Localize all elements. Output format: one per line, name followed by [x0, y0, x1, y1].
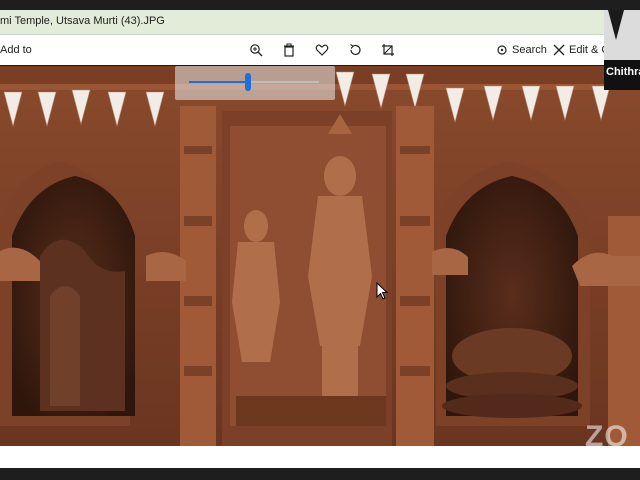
participant-video [604, 10, 640, 60]
photo-view[interactable] [0, 66, 640, 446]
search-icon [497, 45, 507, 55]
rotate-icon[interactable] [346, 41, 364, 59]
participant-thumbnail[interactable]: Chithra [604, 10, 640, 90]
edit-icon [553, 44, 565, 56]
zoom-slider-thumb[interactable] [244, 73, 251, 91]
search-button[interactable]: Search [496, 44, 547, 56]
search-label: Search [512, 44, 547, 56]
crop-icon[interactable] [379, 41, 397, 59]
toolbar: Add to Search Edit & Cre [0, 35, 619, 65]
bottom-bar [0, 446, 640, 468]
photos-app-window: mi Temple, Utsava Murti (43).JPG Add to … [0, 0, 640, 480]
window-title: mi Temple, Utsava Murti (43).JPG [0, 15, 165, 27]
delete-icon[interactable] [280, 41, 298, 59]
heart-icon[interactable] [313, 41, 331, 59]
zoom-slider[interactable] [175, 66, 335, 100]
bottom-frame [0, 468, 640, 480]
temple-carving-image [0, 66, 640, 446]
participant-name: Chithra [606, 66, 640, 78]
zoom-in-icon[interactable] [247, 41, 265, 59]
title-bar: mi Temple, Utsava Murti (43).JPG [0, 10, 604, 35]
add-to-button[interactable]: Add to [0, 44, 32, 56]
top-frame [0, 0, 640, 10]
mouse-cursor-icon [376, 281, 389, 305]
zoom-slider-fill [189, 81, 248, 83]
